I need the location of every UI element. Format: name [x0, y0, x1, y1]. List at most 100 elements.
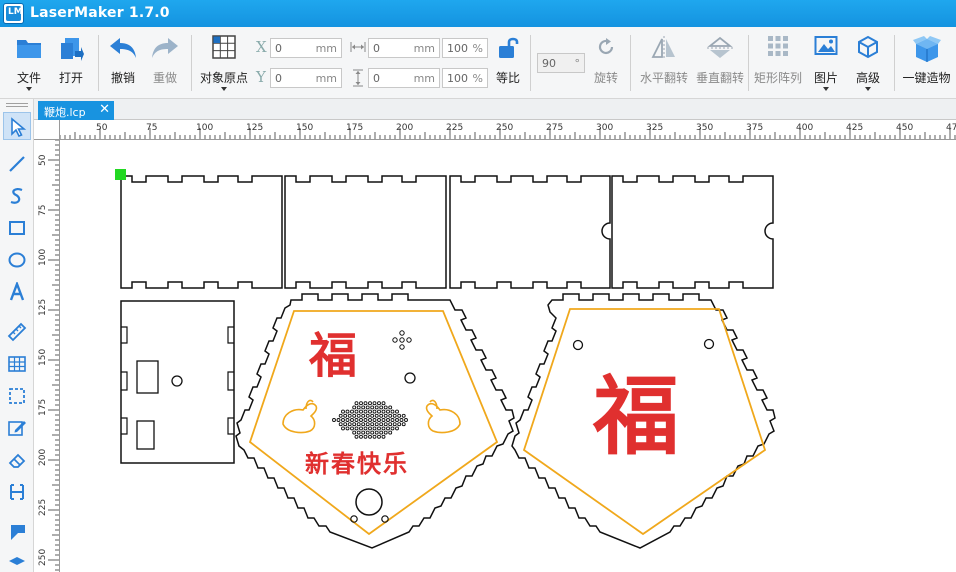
speaker-hole[interactable] — [386, 409, 390, 414]
speaker-hole[interactable] — [341, 426, 345, 431]
speaker-hole[interactable] — [388, 413, 393, 418]
sensor-hole[interactable] — [399, 330, 405, 336]
speaker-hole[interactable] — [354, 409, 359, 414]
speaker-hole[interactable] — [350, 409, 354, 414]
sensor-hole-group[interactable] — [392, 330, 412, 350]
speaker-hole[interactable] — [390, 418, 395, 422]
speaker-hole[interactable] — [361, 422, 366, 427]
speaker-hole[interactable] — [359, 401, 363, 406]
width-field[interactable]: 0 mm — [368, 38, 440, 58]
box-side-panel[interactable] — [449, 175, 611, 289]
usb-hole[interactable] — [136, 420, 155, 450]
curve-tool[interactable] — [3, 182, 31, 210]
height-field[interactable]: 0 mm — [368, 68, 440, 88]
speaker-hole[interactable] — [368, 418, 372, 422]
speaker-hole[interactable] — [365, 405, 370, 410]
speaker-hole[interactable] — [363, 401, 368, 406]
speaker-hole[interactable] — [368, 426, 372, 431]
width-percent-field[interactable]: 100% — [442, 38, 488, 58]
speaker-hole[interactable] — [374, 422, 379, 427]
speaker-hole[interactable] — [354, 418, 359, 422]
speaker-hole[interactable] — [372, 418, 377, 422]
speaker-hole[interactable] — [392, 413, 397, 418]
sensor-hole[interactable] — [399, 337, 405, 343]
speaker-hole[interactable] — [372, 409, 377, 414]
pin-tool[interactable] — [3, 518, 31, 546]
tab-close-icon[interactable]: ✕ — [99, 102, 110, 117]
y-position-field[interactable]: 0 mm — [270, 68, 342, 88]
speaker-hole[interactable] — [338, 413, 343, 418]
speaker-hole[interactable] — [381, 418, 386, 422]
speaker-hole[interactable] — [356, 405, 361, 410]
speaker-hole[interactable] — [365, 413, 370, 418]
image-button[interactable]: 图片 — [808, 33, 844, 95]
speaker-hole[interactable] — [368, 434, 372, 439]
speaker-hole[interactable] — [341, 418, 345, 422]
speaker-hole[interactable] — [395, 409, 399, 414]
flip-horizontal-button[interactable]: 水平翻转 — [636, 33, 692, 95]
speaker-hole[interactable] — [383, 430, 388, 435]
select-tool[interactable] — [3, 112, 31, 140]
speaker-hole[interactable] — [379, 430, 384, 435]
speaker-hole[interactable] — [352, 405, 357, 410]
speaker-hole[interactable] — [399, 418, 404, 422]
speaker-hole[interactable] — [377, 401, 381, 406]
speaker-hole[interactable] — [374, 405, 379, 410]
speaker-hole[interactable] — [401, 413, 406, 418]
height-percent-field[interactable]: 100% — [442, 68, 488, 88]
speaker-hole[interactable] — [377, 434, 381, 439]
box-side-panel[interactable] — [284, 175, 447, 289]
speaker-hole[interactable] — [363, 409, 368, 414]
speaker-hole-grid[interactable] — [332, 401, 408, 439]
speaker-hole[interactable] — [395, 426, 399, 431]
redo-button[interactable]: 重做 — [146, 33, 184, 95]
mount-hole[interactable] — [171, 375, 183, 387]
open-button[interactable]: 打开 — [52, 33, 90, 95]
speaker-hole[interactable] — [347, 413, 352, 418]
speaker-hole[interactable] — [356, 422, 361, 427]
speaker-hole[interactable] — [352, 422, 357, 427]
speaker-hole[interactable] — [374, 430, 379, 435]
button-hole[interactable] — [355, 488, 383, 516]
speaker-hole[interactable] — [345, 409, 350, 414]
speaker-hole[interactable] — [365, 422, 370, 427]
speaker-hole[interactable] — [401, 422, 406, 427]
speaker-hole[interactable] — [345, 418, 350, 422]
speaker-hole[interactable] — [359, 409, 363, 414]
greeting-text[interactable]: 新春快乐 — [305, 449, 409, 478]
speaker-hole[interactable] — [365, 430, 370, 435]
rotate-button[interactable]: 旋转 — [590, 33, 622, 95]
speaker-hole[interactable] — [343, 422, 348, 427]
switch-hole[interactable] — [136, 360, 159, 394]
sensor-hole[interactable] — [392, 337, 398, 343]
speaker-hole[interactable] — [361, 413, 366, 418]
speaker-hole[interactable] — [347, 422, 352, 427]
align-tool[interactable] — [3, 478, 31, 506]
table-tool[interactable] — [3, 350, 31, 378]
speaker-hole[interactable] — [388, 405, 393, 410]
speaker-hole[interactable] — [381, 434, 386, 439]
edit-tool[interactable] — [3, 414, 31, 442]
speaker-hole[interactable] — [343, 413, 348, 418]
speaker-hole[interactable] — [379, 413, 384, 418]
speaker-hole[interactable] — [359, 426, 363, 431]
one-click-make-button[interactable]: 一键造物 — [899, 33, 954, 95]
tab-document[interactable]: 鞭炮.lcp ✕ — [38, 101, 114, 120]
speaker-hole[interactable] — [370, 405, 375, 410]
ellipse-tool[interactable] — [3, 246, 31, 274]
speaker-hole[interactable] — [370, 413, 375, 418]
speaker-hole[interactable] — [332, 418, 336, 422]
speaker-hole[interactable] — [336, 418, 341, 422]
speaker-hole[interactable] — [383, 422, 388, 427]
speaker-hole[interactable] — [345, 426, 350, 431]
speaker-hole[interactable] — [354, 434, 359, 439]
layers-tool[interactable] — [3, 548, 31, 572]
speaker-hole[interactable] — [356, 413, 361, 418]
speaker-hole[interactable] — [397, 413, 402, 418]
speaker-hole[interactable] — [395, 418, 399, 422]
speaker-hole[interactable] — [354, 426, 359, 431]
undo-button[interactable]: 撤销 — [104, 33, 142, 95]
canvas-drawing[interactable]: 福 新春快乐 福 — [60, 140, 956, 572]
measure-tool[interactable] — [3, 318, 31, 346]
speaker-hole[interactable] — [372, 434, 377, 439]
